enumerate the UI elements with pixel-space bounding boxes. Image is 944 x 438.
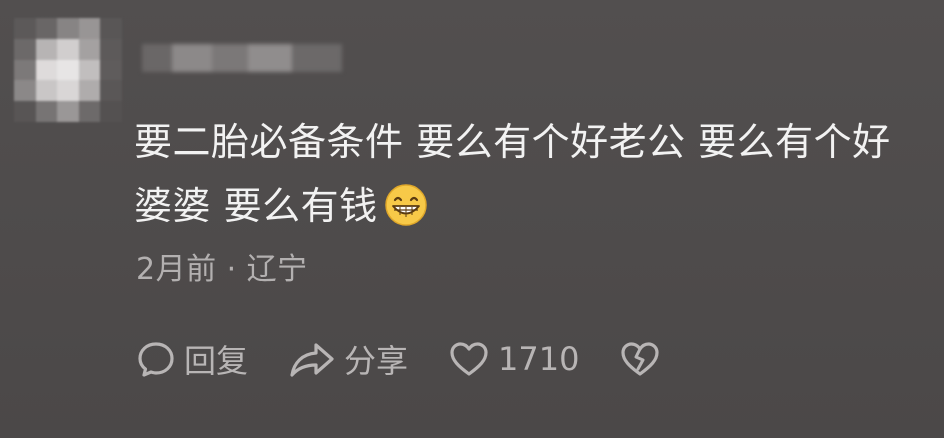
comment-line-2-text: 婆婆 要么有钱: [134, 184, 378, 228]
comment-actions: 回复 分享 1710: [136, 336, 709, 382]
grinning-face-emoji-icon: [384, 182, 428, 226]
like-button[interactable]: 1710: [448, 339, 579, 379]
dislike-button[interactable]: [619, 339, 669, 379]
username-blurred[interactable]: [142, 44, 342, 72]
like-count: 1710: [498, 340, 580, 378]
reply-label: 回复: [184, 342, 249, 380]
comment-meta: 2月前 · 辽宁: [136, 244, 308, 288]
share-label: 分享: [344, 342, 409, 380]
heart-outline-icon: [450, 342, 488, 376]
comment-line-1: 要二胎必备条件 要么有个好老公 要么有个好: [134, 120, 891, 164]
share-button[interactable]: 分享: [288, 336, 408, 382]
avatar[interactable]: [14, 18, 122, 122]
comment-card: 要二胎必备条件 要么有个好老公 要么有个好 婆婆 要么有钱 2月前 · 辽宁 回…: [0, 0, 944, 438]
broken-heart-icon: [621, 342, 660, 376]
meta-separator: ·: [226, 252, 237, 287]
comment-bubble-icon: [138, 342, 174, 377]
share-arrow-icon: [290, 343, 334, 377]
comment-line-2: 婆婆 要么有钱: [134, 174, 924, 238]
comment-time: 2月前: [136, 252, 217, 287]
reply-button[interactable]: 回复: [136, 336, 248, 382]
comment-location: 辽宁: [246, 252, 308, 287]
comment-text: 要二胎必备条件 要么有个好老公 要么有个好 婆婆 要么有钱: [134, 110, 924, 238]
